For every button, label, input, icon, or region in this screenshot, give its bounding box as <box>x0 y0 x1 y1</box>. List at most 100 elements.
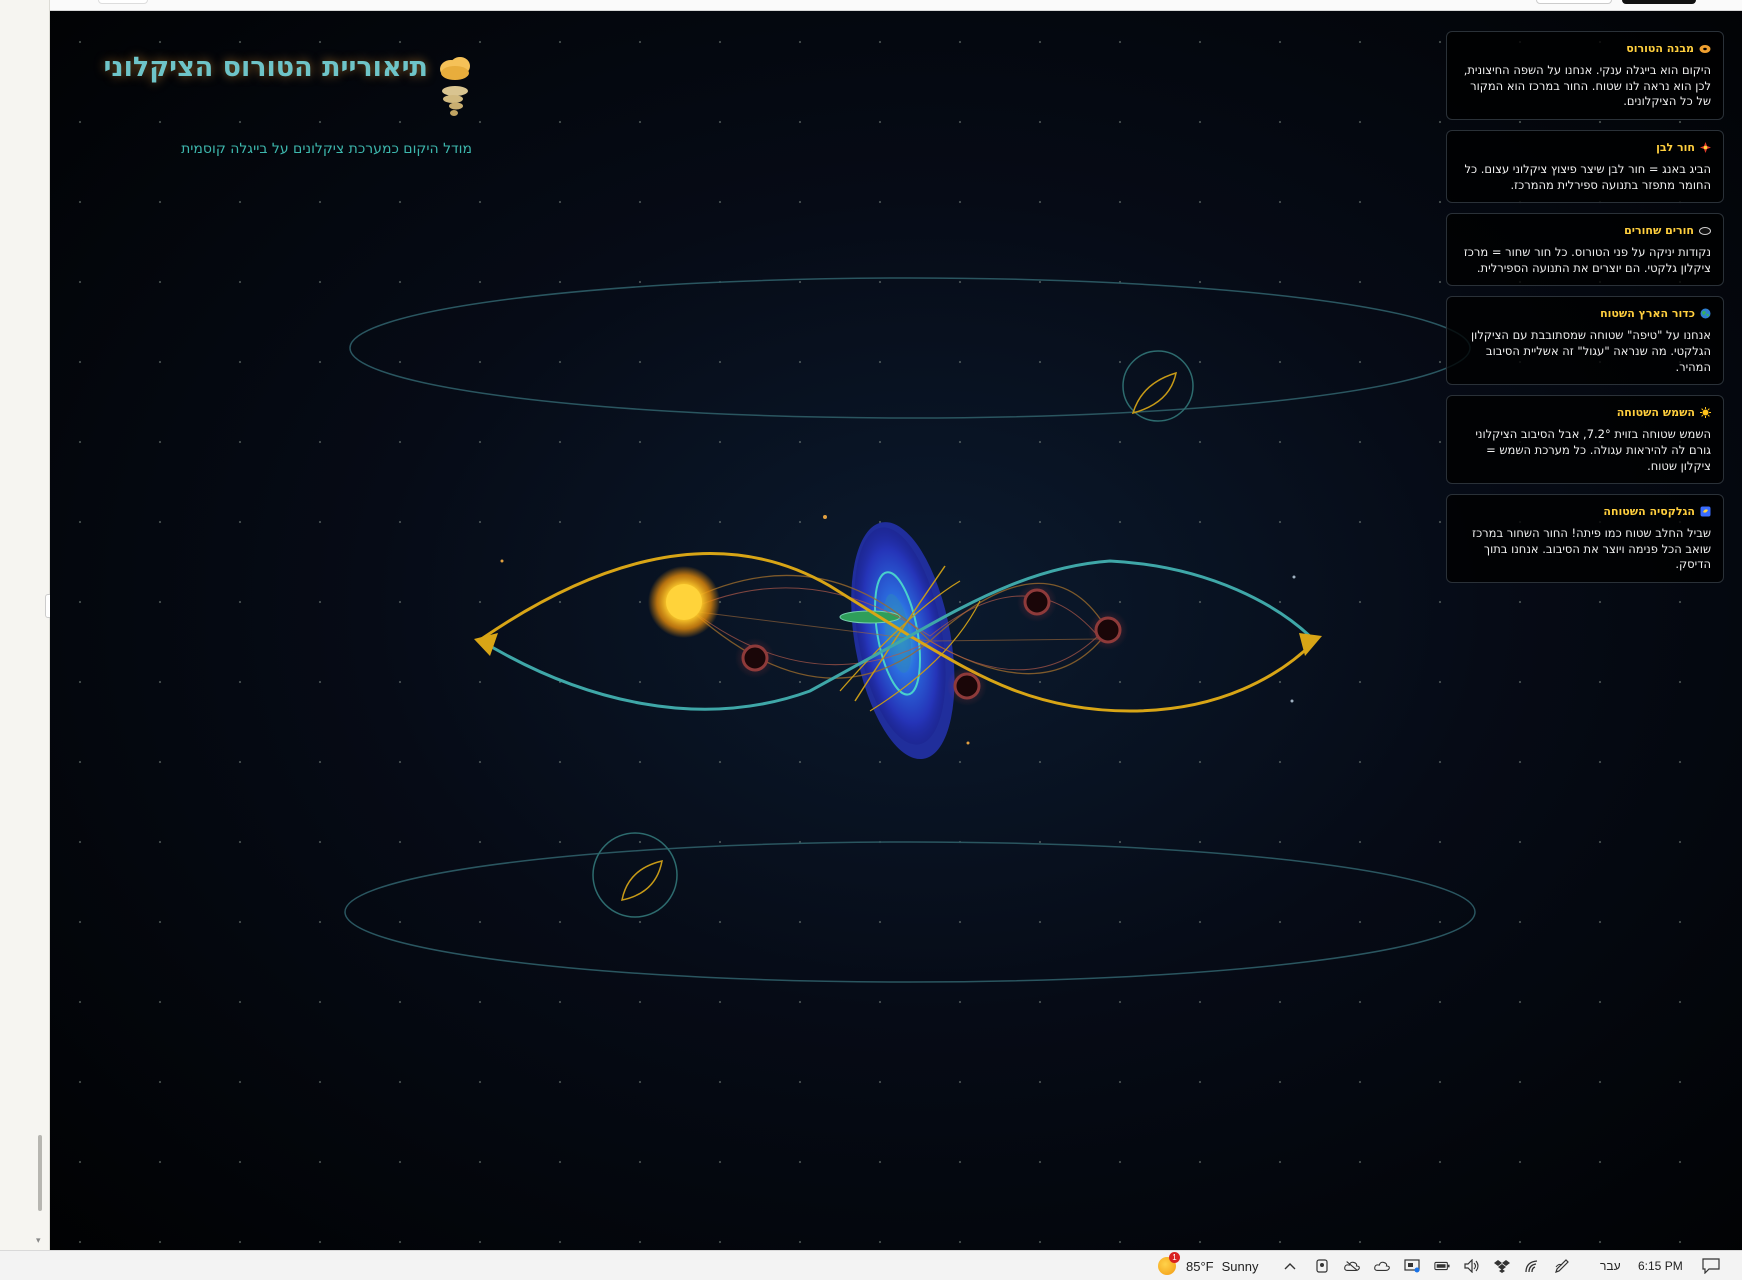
star <box>1438 760 1442 764</box>
star <box>1598 1240 1602 1244</box>
star <box>158 520 162 524</box>
star <box>78 1000 82 1004</box>
star <box>638 200 642 204</box>
taskbar: 1 85°F Sunny עבר 6:15 PM <box>0 1250 1742 1280</box>
star <box>558 120 562 124</box>
star <box>1438 360 1442 364</box>
star <box>398 920 402 924</box>
top-tab[interactable] <box>98 0 148 4</box>
star <box>1278 1160 1282 1164</box>
star <box>238 280 242 284</box>
battery-icon[interactable] <box>1434 1258 1450 1274</box>
star <box>478 40 482 44</box>
star <box>1438 120 1442 124</box>
star <box>1278 360 1282 364</box>
star <box>78 1160 82 1164</box>
star <box>318 360 322 364</box>
side-panel-scrollbar[interactable] <box>38 1135 42 1211</box>
star <box>1358 280 1362 284</box>
star <box>1198 1000 1202 1004</box>
star <box>1518 840 1522 844</box>
star <box>1438 920 1442 924</box>
top-button-secondary[interactable] <box>1536 0 1612 4</box>
page-title: תיאוריית הטורוס הציקלוני <box>103 52 428 83</box>
volume-icon[interactable] <box>1464 1258 1480 1274</box>
star <box>798 520 802 524</box>
star <box>638 40 642 44</box>
display-icon[interactable] <box>1404 1258 1420 1274</box>
dropbox-icon[interactable] <box>1494 1258 1510 1274</box>
top-button-primary[interactable] <box>1622 0 1696 4</box>
notifications-icon[interactable] <box>1702 1251 1720 1280</box>
scroll-down-arrow-icon[interactable]: ▾ <box>36 1236 41 1246</box>
star <box>478 1080 482 1084</box>
cosmic-canvas: תיאוריית הטורוס הציקלוני מודל היקום כמער… <box>50 11 1742 1250</box>
info-card-body: שביל החלב שטוח כמו פיתה! החור השחור במרכ… <box>1472 526 1711 572</box>
star <box>1358 1080 1362 1084</box>
star <box>1118 1240 1122 1244</box>
star <box>558 840 562 844</box>
black-hole-vortex <box>735 638 775 678</box>
star <box>958 1080 962 1084</box>
star <box>1598 1080 1602 1084</box>
star <box>638 120 642 124</box>
star <box>1278 1080 1282 1084</box>
star <box>1358 120 1362 124</box>
star <box>478 680 482 684</box>
info-card-body: השמש שטוחה בזוית 7.2°, אבל הסיבוב הציקלו… <box>1475 427 1711 473</box>
star <box>1358 200 1362 204</box>
onedrive-off-icon[interactable] <box>1344 1258 1360 1274</box>
chevron-up-icon[interactable] <box>1282 1258 1298 1274</box>
star <box>478 200 482 204</box>
star <box>798 600 802 604</box>
star <box>958 360 962 364</box>
star <box>558 1000 562 1004</box>
star <box>1518 1000 1522 1004</box>
star <box>1678 920 1682 924</box>
star <box>1358 760 1362 764</box>
wifi-icon[interactable] <box>1524 1258 1540 1274</box>
weather-widget[interactable]: 1 85°F Sunny <box>1158 1251 1258 1280</box>
star <box>238 200 242 204</box>
star <box>1038 1240 1042 1244</box>
star <box>78 600 82 604</box>
galaxy-icon <box>1700 506 1711 517</box>
star <box>798 1000 802 1004</box>
black-hole-vortex <box>947 666 987 706</box>
hole-icon <box>1699 226 1711 235</box>
dust-particle <box>823 515 827 519</box>
top-toolbar-strip <box>50 0 1742 11</box>
title-block: תיאוריית הטורוס הציקלוני מודל היקום כמער… <box>52 53 472 157</box>
star <box>878 1000 882 1004</box>
clock[interactable]: 6:15 PM <box>1638 1251 1683 1280</box>
star <box>718 520 722 524</box>
star <box>1198 200 1202 204</box>
star <box>318 760 322 764</box>
star <box>1038 1160 1042 1164</box>
star <box>1198 120 1202 124</box>
language-indicator[interactable]: עבר <box>1600 1251 1621 1280</box>
pen-icon[interactable] <box>1554 1258 1570 1274</box>
star <box>958 920 962 924</box>
star <box>318 680 322 684</box>
dust-particle <box>966 741 970 745</box>
onedrive-icon[interactable] <box>1374 1258 1390 1274</box>
meet-now-icon[interactable] <box>1314 1258 1330 1274</box>
star <box>318 920 322 924</box>
star <box>78 440 82 444</box>
star <box>958 120 962 124</box>
star <box>238 440 242 444</box>
star <box>558 200 562 204</box>
star <box>1038 40 1042 44</box>
star <box>158 1000 162 1004</box>
star <box>158 920 162 924</box>
star <box>238 1000 242 1004</box>
planet-drop-lower <box>621 860 663 901</box>
star <box>1358 680 1362 684</box>
star <box>1038 760 1042 764</box>
star <box>638 600 642 604</box>
star <box>1118 120 1122 124</box>
star <box>1278 440 1282 444</box>
star <box>558 440 562 444</box>
star <box>1598 600 1602 604</box>
